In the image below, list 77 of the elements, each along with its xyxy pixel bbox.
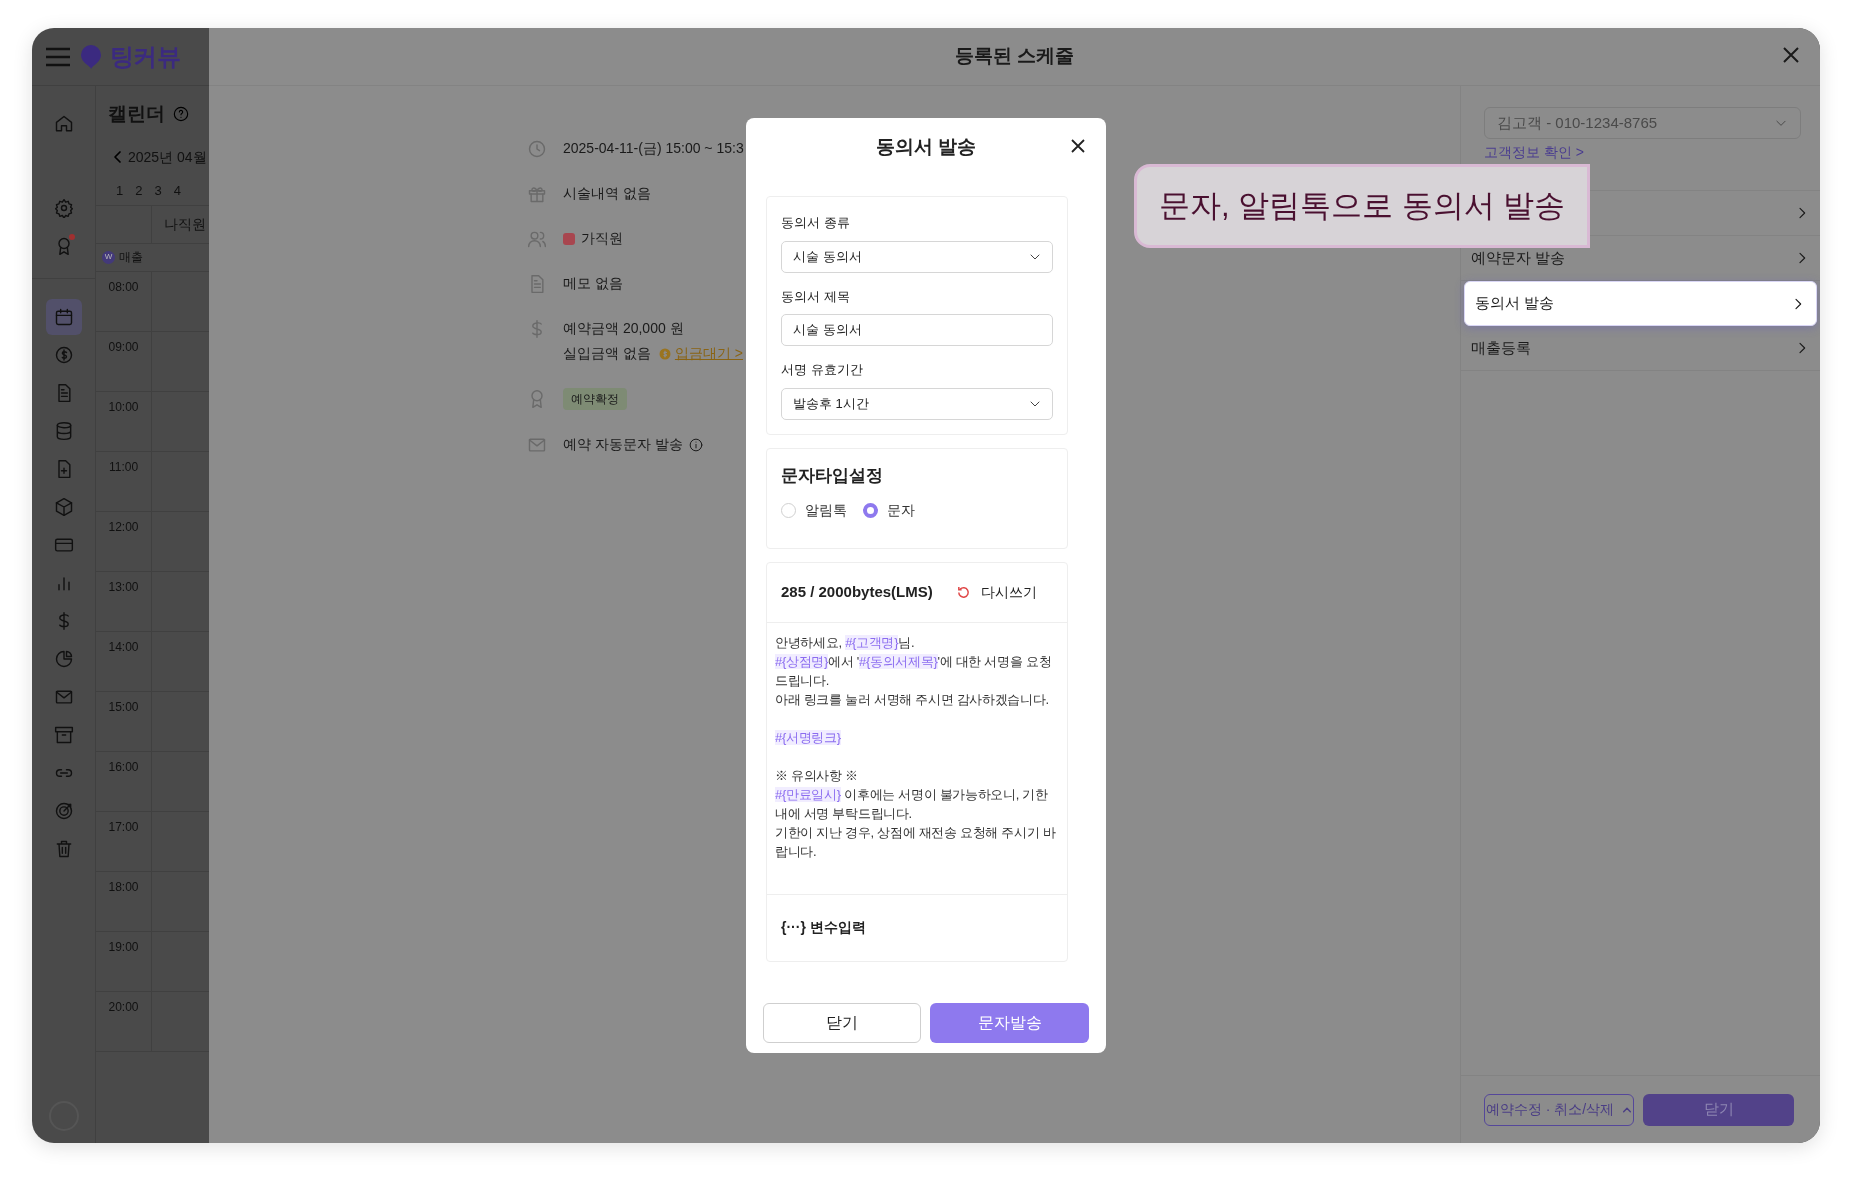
edit-cancel-delete-button[interactable]: 예약수정 · 취소/삭제	[1484, 1093, 1634, 1126]
home-icon	[53, 114, 74, 134]
gift-icon	[527, 184, 547, 204]
calendar-title: 캘린더	[108, 102, 165, 126]
field-label: 동의서 종류	[781, 214, 851, 232]
rewrite-button[interactable]: 다시쓰기	[956, 581, 1037, 603]
time-label: 10:00	[108, 399, 139, 414]
send-message-button[interactable]: 문자발송	[930, 1003, 1089, 1043]
byte-counter: 285 / 2000bytes(LMS)	[781, 581, 933, 602]
dialog-title: 동의서 발송	[875, 134, 977, 159]
menu-icon[interactable]	[44, 45, 72, 68]
amount-text: 예약금액 20,000 원	[563, 319, 685, 338]
sales-label: 매출	[119, 249, 143, 266]
undo-icon	[956, 584, 971, 600]
detail-text: 메모 없음	[563, 274, 623, 293]
mail-icon	[53, 687, 74, 707]
radio-option[interactable]: 알림톡	[781, 500, 847, 521]
close-icon[interactable]	[1070, 138, 1086, 154]
detail-text: 2025-04-11-(금) 15:00 ~ 15:3	[563, 139, 744, 158]
time-label: 14:00	[108, 639, 139, 654]
time-label: 19:00	[108, 939, 139, 954]
message-line: ※ 유의사항 ※	[775, 766, 859, 785]
pie-chart-icon	[53, 649, 74, 669]
message-line: 아래 링크를 눌러 서명해 주시면 감사하겠습니다.	[775, 690, 1050, 709]
time-label: 17:00	[108, 819, 139, 834]
coin-icon	[658, 347, 671, 360]
detail-text: 예약 자동문자 발송	[563, 435, 683, 454]
message-line: 안녕하세요, #{고객명}님.	[775, 633, 916, 652]
info-icon[interactable]	[688, 437, 703, 452]
time-label: 16:00	[108, 759, 139, 774]
dropdown-field[interactable]: 시술 동의서	[781, 240, 1053, 273]
time-label: 15:00	[108, 699, 139, 714]
time-label: 12:00	[108, 519, 139, 534]
settings-icon	[53, 198, 74, 218]
radio-option[interactable]: 문자	[863, 500, 915, 521]
status-badge: 예약확정	[563, 388, 627, 410]
paid-amount-text: 실입금액 없음	[563, 344, 651, 363]
panel-title: 등록된 스케줄	[954, 44, 1075, 69]
callout-tooltip: 문자, 알림톡으로 동의서 발송	[1134, 164, 1591, 248]
staff-name: 나직원	[163, 214, 206, 234]
variable-input-button[interactable]: {···} 변수입력	[781, 917, 866, 938]
month-label: 2025년 04월	[128, 147, 207, 167]
target-icon	[53, 801, 74, 821]
previous-month-icon[interactable]	[112, 150, 124, 164]
customer-info-link[interactable]: 고객정보 확인 >	[1484, 144, 1584, 160]
message-line: #{만료일시} 이후에는 서명이 불가능하오니, 기한 내에 서명 부탁드립니다.	[775, 785, 1049, 823]
archive-icon	[53, 725, 74, 745]
field-label: 동의서 제목	[781, 287, 851, 306]
dollar-circle-icon	[53, 345, 74, 365]
box-icon	[53, 497, 74, 517]
time-label: 11:00	[108, 459, 139, 474]
message-line: 기한이 지난 경우, 상점에 재전송 요청해 주시기 바랍니다.	[775, 823, 1057, 861]
detail-text: 시술내역 없음	[563, 184, 651, 203]
card-icon	[53, 535, 74, 555]
staff-name: 가직원	[581, 229, 623, 248]
sales-badge: W	[102, 250, 115, 264]
mail-icon	[527, 435, 547, 455]
time-label: 20:00	[108, 999, 139, 1014]
message-line: #{상점명}에서 '#{동의서제목}'에 대한 서명을 요청드립니다.	[775, 652, 1053, 690]
clock-icon	[527, 139, 547, 159]
time-label: 13:00	[108, 579, 139, 594]
time-label: 09:00	[108, 339, 139, 354]
field-label: 서명 유효기간	[781, 361, 864, 379]
time-label: 08:00	[108, 279, 139, 294]
menu-item[interactable]: 동의서 발송	[1464, 281, 1817, 326]
input-field[interactable]: 시술 동의서	[781, 314, 1053, 346]
menu-item[interactable]: 매출등록	[1461, 326, 1820, 371]
section-title: 문자타입설정	[781, 464, 884, 487]
customer-select[interactable]: 김고객 - 010-1234-8765	[1484, 107, 1801, 139]
close-button[interactable]: 닫기	[763, 1003, 921, 1043]
dropdown-field[interactable]: 발송후 1시간	[781, 387, 1053, 420]
help-icon[interactable]	[173, 106, 189, 123]
time-label: 18:00	[108, 879, 139, 894]
nav-calendar-button[interactable]	[45, 299, 82, 335]
calendar-icon	[53, 307, 74, 327]
logo-icon	[80, 43, 102, 70]
people-icon	[527, 229, 547, 249]
